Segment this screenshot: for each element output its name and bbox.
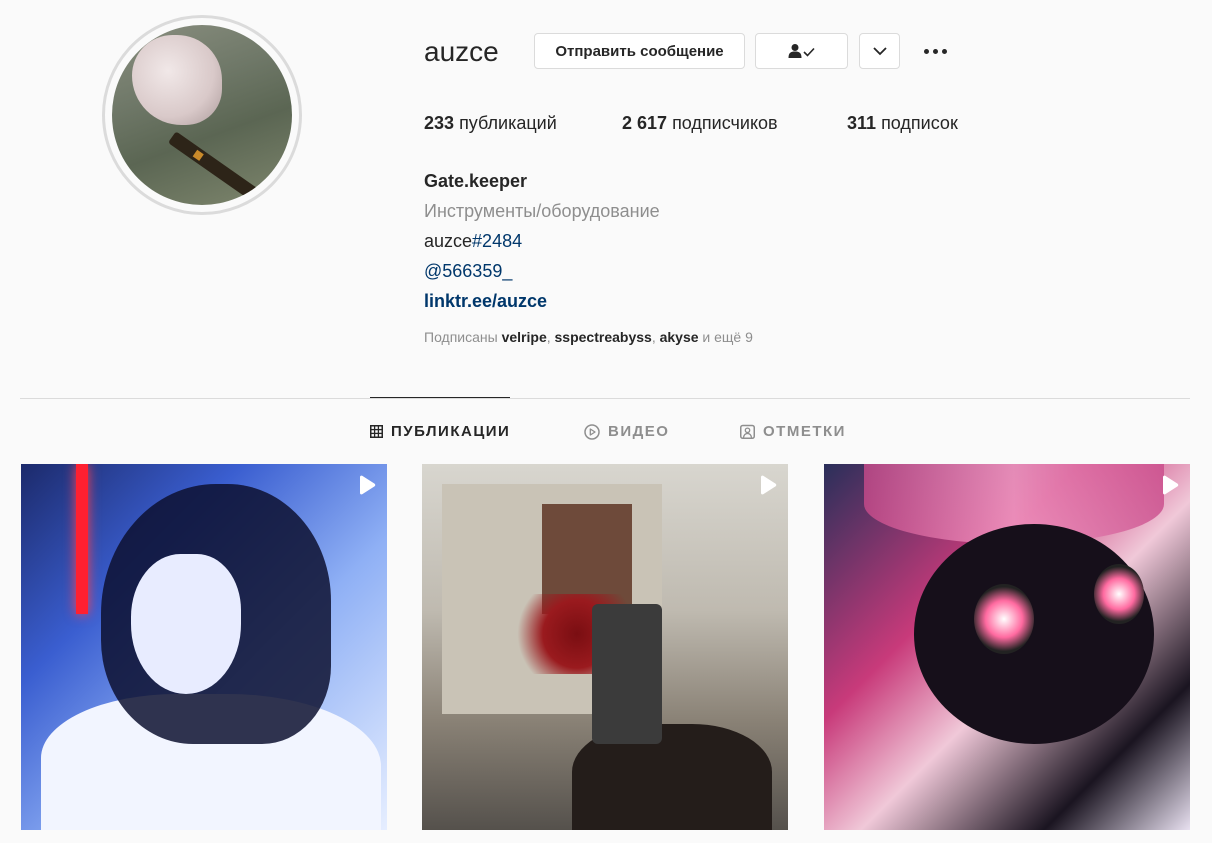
followers-label[interactable]: подписчиков: [672, 113, 778, 133]
video-play-icon: [1163, 475, 1179, 495]
tab-tagged-label: ОТМЕТКИ: [763, 423, 846, 440]
following-button[interactable]: [755, 33, 848, 69]
avatar-ring[interactable]: [102, 15, 302, 215]
followed-by-user-2[interactable]: sspectreabyss: [555, 329, 652, 345]
bio-line-1-text: auzce: [424, 231, 473, 251]
external-link[interactable]: linktr.ee/auzce: [424, 286, 660, 316]
grid-icon: [370, 425, 383, 438]
following-stat[interactable]: 311 подписок: [847, 113, 958, 134]
profile-bio: Gate.keeper Инструменты/оборудование auz…: [424, 166, 660, 316]
more-options-icon[interactable]: [918, 38, 952, 64]
posts-label: публикаций: [459, 113, 557, 133]
followed-by-user-3[interactable]: akyse: [660, 329, 699, 345]
post-thumbnail[interactable]: [824, 464, 1190, 830]
user-check-icon: [788, 44, 815, 58]
tab-posts[interactable]: ПУБЛИКАЦИИ: [370, 423, 510, 440]
video-play-icon: [761, 475, 777, 495]
followed-by-suffix: и ещё 9: [702, 329, 753, 345]
post-art-shape: [1094, 564, 1144, 624]
post-art-shape: [914, 524, 1154, 744]
avatar-cat-shape: [132, 35, 222, 125]
post-art-shape: [76, 464, 88, 614]
tab-video[interactable]: ВИДЕО: [584, 423, 669, 440]
active-tab-indicator: [370, 397, 510, 398]
profile-category: Инструменты/оборудование: [424, 201, 660, 221]
followed-by-prefix: Подписаны: [424, 329, 498, 345]
avatar[interactable]: [112, 25, 292, 205]
followers-stat[interactable]: 2 617 подписчиков: [622, 113, 797, 134]
send-message-button[interactable]: Отправить сообщение: [534, 33, 745, 69]
suggestions-dropdown-button[interactable]: [859, 33, 900, 69]
video-play-icon: [360, 475, 376, 495]
play-circle-icon: [584, 423, 600, 440]
followed-by-user-1[interactable]: velripe: [502, 329, 547, 345]
post-art-shape: [974, 584, 1034, 654]
posts-stat: 233 публикаций: [424, 113, 572, 134]
chevron-down-icon: [872, 47, 887, 56]
bio-line-1: auzce#2484: [424, 226, 660, 256]
tab-tagged[interactable]: ОТМЕТКИ: [740, 423, 846, 440]
hashtag-link[interactable]: #2484: [472, 231, 522, 251]
posts-count: 233: [424, 113, 455, 133]
mention-link[interactable]: @566359_: [424, 256, 660, 286]
profile-display-name: Gate.keeper: [424, 171, 528, 191]
post-thumbnail[interactable]: [21, 464, 387, 830]
tag-user-icon: [740, 424, 755, 439]
tab-video-label: ВИДЕО: [608, 423, 670, 440]
followers-count[interactable]: 2 617: [622, 113, 667, 133]
avatar-stick-shape: [167, 131, 283, 205]
post-art-shape: [131, 554, 241, 694]
tabs-divider: [20, 398, 1190, 399]
tab-posts-label: ПУБЛИКАЦИИ: [391, 423, 511, 440]
following-count[interactable]: 311: [847, 113, 876, 133]
profile-stats: 233 публикаций 2 617 подписчиков 311 под…: [424, 113, 1008, 134]
username: auzce: [424, 36, 499, 67]
post-thumbnail[interactable]: [422, 464, 788, 830]
post-art-shape: [592, 604, 662, 744]
followed-by[interactable]: Подписаны velripe, sspectreabyss, akyse …: [424, 329, 753, 345]
following-label[interactable]: подписок: [881, 113, 958, 133]
